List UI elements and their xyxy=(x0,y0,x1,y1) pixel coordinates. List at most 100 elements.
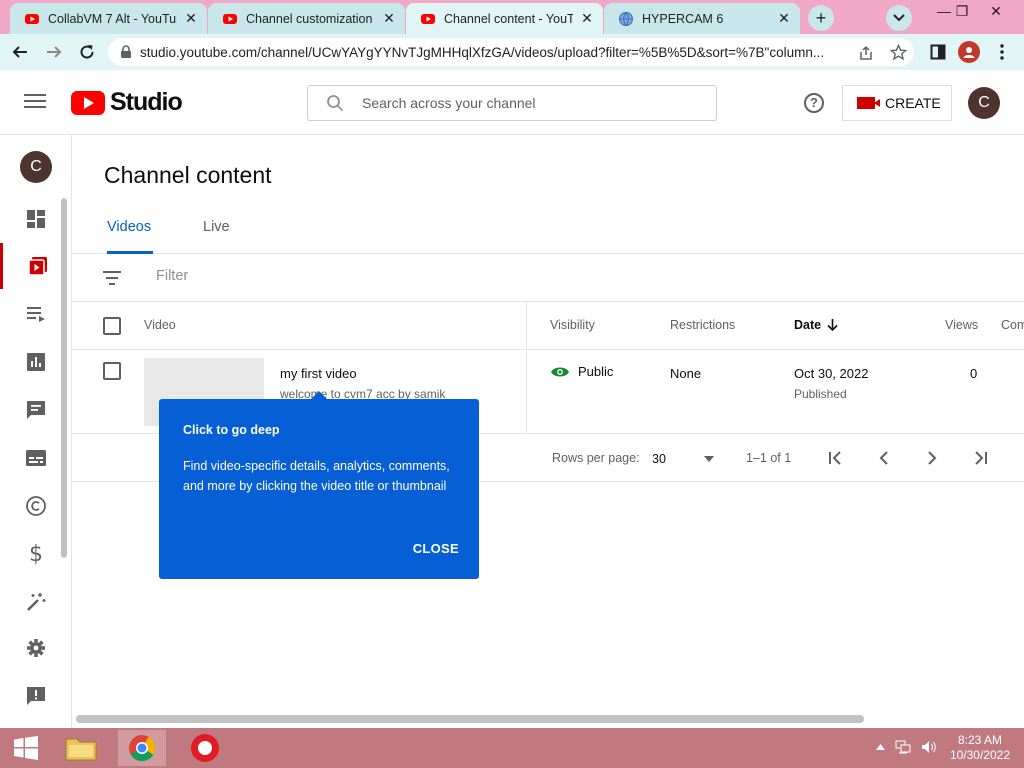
search-icon xyxy=(327,95,344,112)
close-icon[interactable]: ✕ xyxy=(776,10,792,27)
search-input[interactable] xyxy=(362,95,682,111)
new-tab-button[interactable]: + xyxy=(808,5,834,31)
share-icon[interactable] xyxy=(858,45,874,61)
views-value: 0 xyxy=(970,366,978,381)
first-page-icon xyxy=(829,451,841,465)
nav-customization[interactable] xyxy=(0,579,72,625)
filter-bar xyxy=(72,254,1024,302)
chevron-up-icon[interactable] xyxy=(876,744,885,750)
person-icon xyxy=(963,47,975,58)
sidebar-scrollbar[interactable] xyxy=(61,198,67,558)
browser-menu-button[interactable] xyxy=(990,40,1014,64)
create-button[interactable]: CREATE xyxy=(842,85,952,121)
visibility-value: Public xyxy=(578,364,614,379)
column-date[interactable]: Date xyxy=(794,318,838,332)
youtube-logo-icon xyxy=(71,90,105,115)
date-status: Published xyxy=(794,387,847,401)
start-button[interactable] xyxy=(2,730,50,766)
chrome-icon xyxy=(129,735,156,762)
eye-icon xyxy=(551,367,569,376)
close-icon[interactable]: ✕ xyxy=(381,10,397,27)
taskbar-clock[interactable]: 8:23 AM 10/30/2022 xyxy=(950,733,1010,763)
youtube-icon xyxy=(223,13,237,24)
last-page-button[interactable] xyxy=(970,448,990,468)
horizontal-scrollbar[interactable] xyxy=(76,715,864,723)
close-icon[interactable]: ✕ xyxy=(183,10,199,27)
youtube-icon xyxy=(421,13,435,24)
select-all-checkbox[interactable] xyxy=(103,317,121,335)
tooltip-title: Click to go deep xyxy=(183,423,280,437)
more-vert-icon xyxy=(1000,44,1004,60)
chevron-left-icon xyxy=(879,451,888,465)
chevron-right-icon xyxy=(928,451,937,465)
previous-page-button[interactable] xyxy=(874,448,894,468)
taskbar: 8:23 AM 10/30/2022 xyxy=(0,728,1024,768)
create-label: CREATE xyxy=(885,95,941,111)
address-bar[interactable]: studio.youtube.com/channel/UCwYAYgYYNvTJ… xyxy=(108,38,914,66)
tooltip-close-button[interactable]: CLOSE xyxy=(413,541,459,556)
tab-search-button[interactable] xyxy=(886,5,912,31)
volume-icon[interactable] xyxy=(921,740,937,754)
forward-button[interactable] xyxy=(42,40,66,64)
row-checkbox[interactable] xyxy=(103,362,121,380)
browser-tab-title: Channel customization - YouTube Studio xyxy=(246,11,375,26)
clock-date: 10/30/2022 xyxy=(949,748,1010,762)
playlists-icon xyxy=(27,307,45,322)
tab-videos[interactable]: Videos xyxy=(107,219,153,254)
column-views[interactable]: Views xyxy=(945,318,978,332)
column-restrictions[interactable]: Restrictions xyxy=(670,318,735,332)
browser-tab-strip: CollabVM 7 Alt - YouTube ✕ Channel custo… xyxy=(0,0,1024,34)
help-icon[interactable]: ? xyxy=(804,93,824,113)
arrow-right-icon xyxy=(47,46,62,58)
reload-button[interactable] xyxy=(75,40,99,64)
rows-per-page-value: 30 xyxy=(652,452,666,466)
copyright-icon xyxy=(26,496,46,516)
camera-plus-icon xyxy=(857,97,880,109)
filter-icon[interactable] xyxy=(103,271,121,285)
video-title[interactable]: my first video xyxy=(280,366,357,381)
file-explorer-button[interactable] xyxy=(57,730,105,766)
filter-input[interactable] xyxy=(156,268,456,284)
menu-icon[interactable] xyxy=(24,94,46,110)
browser-tab-title: Channel content - YouTube Studio xyxy=(444,11,573,26)
record-app-button[interactable] xyxy=(181,730,229,766)
network-icon[interactable] xyxy=(895,740,911,754)
tooltip-body: Find video-specific details, analytics, … xyxy=(183,459,450,493)
subtitles-icon xyxy=(26,450,46,466)
first-page-button[interactable] xyxy=(826,448,846,468)
date-value: Oct 30, 2022 xyxy=(794,366,869,381)
star-icon[interactable] xyxy=(890,44,907,61)
nav-settings[interactable] xyxy=(0,625,72,671)
account-avatar[interactable]: C xyxy=(968,87,1000,119)
browser-tab[interactable]: HYPERCAM 6 ✕ xyxy=(604,3,800,34)
chevron-down-icon xyxy=(893,14,905,22)
browser-profile-avatar[interactable] xyxy=(958,41,980,63)
browser-tab[interactable]: Channel customization - YouTube Studio ✕ xyxy=(208,3,405,34)
feedback-icon xyxy=(27,687,45,705)
chrome-button[interactable] xyxy=(118,730,166,766)
page-range: 1–1 of 1 xyxy=(746,451,792,465)
clock-time: 8:23 AM xyxy=(957,733,1002,747)
column-comments[interactable]: Com xyxy=(1001,318,1024,332)
browser-tab[interactable]: CollabVM 7 Alt - YouTube ✕ xyxy=(10,3,207,34)
rows-per-page-select[interactable]: 30 xyxy=(652,449,714,469)
back-button[interactable] xyxy=(8,40,32,64)
side-panel-icon xyxy=(930,44,946,60)
nav-feedback[interactable] xyxy=(0,673,72,719)
window-close-button[interactable]: ✕ xyxy=(976,0,1016,24)
visibility-cell[interactable]: Public xyxy=(550,364,613,379)
channel-avatar[interactable]: C xyxy=(20,151,52,183)
tab-live[interactable]: Live xyxy=(203,219,230,254)
search-box[interactable] xyxy=(307,85,717,121)
earn-icon: $ xyxy=(29,541,43,567)
browser-tab-active[interactable]: Channel content - YouTube Studio ✕ xyxy=(406,3,603,34)
studio-logo[interactable]: Studio xyxy=(71,88,183,117)
column-visibility[interactable]: Visibility xyxy=(550,318,595,332)
youtube-icon xyxy=(25,13,39,24)
studio-header: Studio ? CREATE C xyxy=(0,70,1024,135)
next-page-button[interactable] xyxy=(922,448,942,468)
side-panel-button[interactable] xyxy=(926,40,950,64)
restrictions-value: None xyxy=(670,366,702,381)
globe-icon xyxy=(619,11,633,26)
close-icon[interactable]: ✕ xyxy=(579,10,595,27)
